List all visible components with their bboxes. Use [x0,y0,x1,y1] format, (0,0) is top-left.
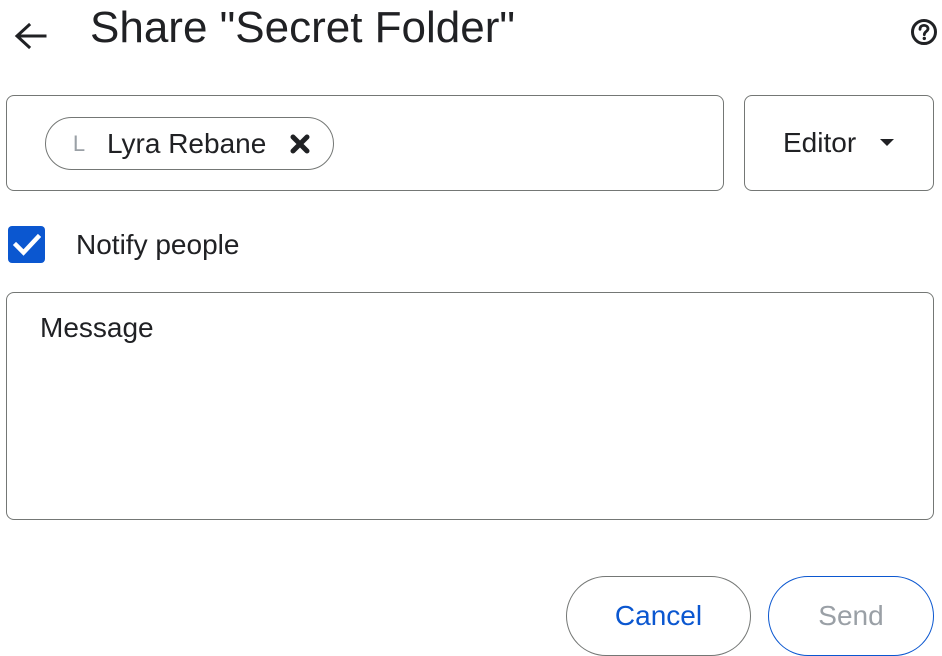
send-button[interactable]: Send [768,576,934,656]
recipient-chip: L Lyra Rebane [45,117,334,170]
page-title: Share "Secret Folder" [90,3,515,52]
checkmark-icon [12,233,41,256]
recipient-name: Lyra Rebane [107,127,267,159]
cancel-button[interactable]: Cancel [566,576,751,656]
notify-label: Notify people [76,229,240,260]
help-button[interactable] [906,12,942,52]
back-button[interactable] [6,14,54,58]
message-textarea[interactable]: Message [6,292,934,520]
close-x-icon [290,134,310,153]
avatar: L [72,130,86,156]
role-dropdown[interactable]: Editor [744,95,934,191]
remove-recipient-button[interactable] [288,132,312,156]
notify-checkbox[interactable] [8,226,45,263]
recipients-field[interactable]: L Lyra Rebane [6,95,724,191]
message-placeholder: Message [40,312,154,343]
arrow-left-icon [14,22,47,50]
role-selected-value: Editor [783,127,857,158]
caret-down-icon [880,139,895,146]
help-circle-icon [911,19,937,45]
